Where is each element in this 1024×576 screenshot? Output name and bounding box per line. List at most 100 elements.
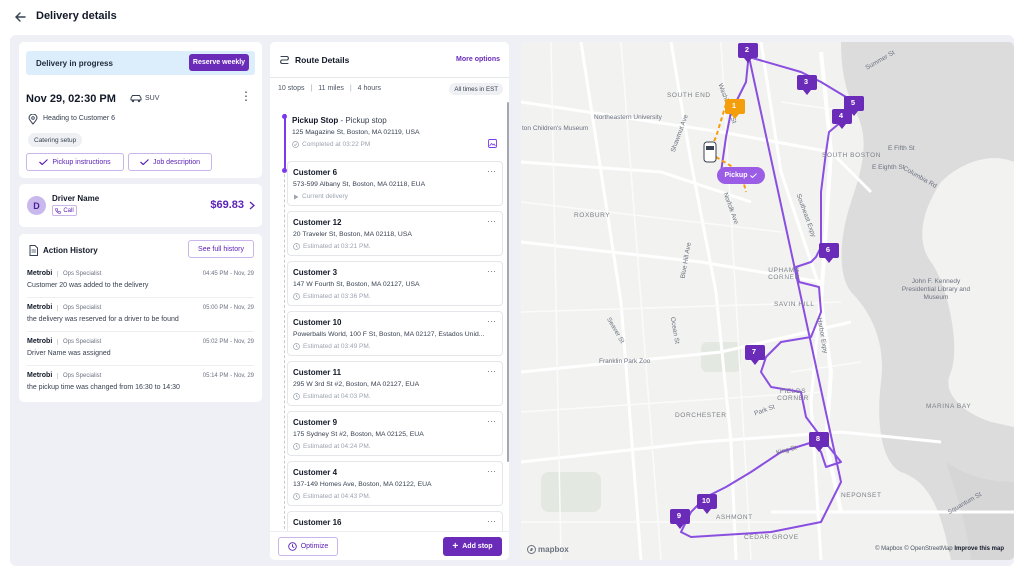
route-footer: Optimize + Add stop (270, 531, 509, 560)
stop-address: Powerballs World, 100 F St, Boston, MA 0… (293, 331, 485, 338)
route-hours: 4 hours (357, 85, 382, 92)
history-time: 05:02 PM - Nov, 29 (202, 339, 254, 345)
stop-card[interactable]: Customer 10 ··· Powerballs World, 100 F … (287, 311, 503, 356)
stop-card[interactable]: Customer 6 ··· 573-599 Albany St, Boston… (287, 161, 503, 206)
stop-menu-icon[interactable]: ··· (487, 316, 496, 326)
stop-address: 20 Traveler St, Boston, MA 02118, USA (293, 231, 412, 238)
marker-label: 6 (825, 245, 831, 254)
improve-map-link[interactable]: Improve this map (954, 546, 1004, 552)
stop-marker[interactable]: 2 (737, 42, 763, 68)
route-map[interactable]: SOUTH END Northeastern University ton Ch… (521, 42, 1014, 560)
more-menu-icon[interactable]: ⋮ (240, 90, 252, 102)
see-full-history-button[interactable]: See full history (188, 240, 254, 258)
optimize-icon (287, 542, 297, 551)
stop-menu-icon[interactable]: ··· (487, 166, 496, 176)
history-item: Metrobi Ops Specialist 04:45 PM - Nov, 2… (27, 270, 254, 300)
mapbox-icon (527, 545, 536, 554)
map-label: ton Children's Museum (522, 125, 589, 132)
history-time: 05:14 PM - Nov, 29 (202, 373, 254, 379)
image-icon[interactable] (488, 139, 497, 148)
stop-card[interactable]: Customer 12 ··· 20 Traveler St, Boston, … (287, 211, 503, 256)
mapbox-logo[interactable]: mapbox (527, 545, 569, 554)
stop-address: 147 W Fourth St, Boston, MA 02127, USA (293, 281, 420, 288)
plus-icon: + (452, 540, 459, 552)
stop-status-text: Current delivery (302, 193, 348, 200)
map-label: SOUTH END (667, 92, 711, 99)
route-icon (280, 55, 289, 65)
scrollbar[interactable] (507, 102, 509, 462)
stop-card[interactable]: Customer 3 ··· 147 W Fourth St, Boston, … (287, 261, 503, 306)
stop-name: Customer 6 (293, 168, 338, 177)
stop-status-text: Estimated at 03:36 PM. (303, 293, 371, 300)
history-role: Ops Specialist (57, 339, 101, 345)
history-item: Metrobi Ops Specialist 05:02 PM - Nov, 2… (27, 338, 254, 368)
pickup-instructions-label: Pickup instructions (52, 158, 111, 166)
stop-status: Estimated at 03:49 PM. (293, 343, 371, 350)
stops-list[interactable]: Pickup Stop - Pickup stop 125 Magazine S… (270, 102, 509, 532)
more-options-link[interactable]: More options (456, 56, 500, 63)
stop-status: Estimated at 03:21 PM. (293, 243, 371, 250)
stop-menu-icon[interactable]: ··· (487, 366, 496, 376)
status-banner: Delivery in progress Reserve weekly (26, 51, 255, 75)
stop-name: Customer 11 (293, 368, 342, 377)
stop-card[interactable]: Customer 11 ··· 295 W 3rd St #2, Boston,… (287, 361, 503, 406)
stop-status-text: Completed at 03:22 PM (302, 141, 371, 148)
timeline-progress (283, 114, 286, 170)
pickup-instructions-button[interactable]: Pickup instructions (26, 153, 124, 171)
pickup-tag[interactable]: Pickup (717, 167, 765, 184)
clock-icon (293, 443, 300, 450)
back-arrow-icon[interactable] (13, 10, 27, 24)
stop-status: Current delivery (293, 193, 348, 200)
stop-menu-icon[interactable]: ··· (487, 466, 496, 476)
page-title: Delivery details (36, 10, 117, 22)
pickup-marker[interactable]: 1 (724, 98, 750, 124)
timezone-badge: All times in EST (449, 83, 503, 95)
marker-label: 1 (731, 101, 737, 110)
clock-icon (293, 243, 300, 250)
map-label: E Eighth St (872, 164, 905, 171)
reserve-weekly-button[interactable]: Reserve weekly (189, 54, 249, 71)
stop-menu-icon[interactable]: ··· (487, 516, 496, 526)
chevron-right-icon[interactable] (249, 201, 255, 210)
stop-marker[interactable]: 7 (744, 344, 770, 370)
history-author: Metrobi (27, 338, 53, 345)
stop-marker[interactable]: 8 (808, 431, 834, 457)
stop-menu-icon[interactable]: ··· (487, 216, 496, 226)
stop-menu-icon[interactable]: ··· (487, 266, 496, 276)
stop-status: Estimated at 04:24 PM. (293, 443, 371, 450)
stop-marker[interactable]: 4 (831, 108, 857, 134)
stop-card-pickup[interactable]: Pickup Stop - Pickup stop 125 Magazine S… (287, 110, 503, 155)
map-label: NEPONSET (841, 492, 882, 499)
delivery-datetime: Nov 29, 02:30 PM (26, 93, 116, 105)
stop-card[interactable]: Customer 4 ··· 137-149 Homes Ave, Boston… (287, 461, 503, 506)
history-message: Driver Name was assigned (27, 350, 111, 357)
stop-card[interactable]: Customer 16 ··· (287, 511, 503, 532)
attribution-text: © Mapbox © OpenStreetMap (875, 546, 953, 552)
stop-address: 573-599 Albany St, Boston, MA 02118, EUA (293, 181, 426, 188)
call-label: Call (63, 207, 74, 214)
driver-card[interactable]: D Driver Name Call $69.83 (19, 184, 262, 227)
history-time: 05:00 PM - Nov, 29 (202, 305, 254, 311)
check-icon (140, 159, 149, 165)
stop-marker[interactable]: 6 (818, 242, 844, 268)
optimize-button[interactable]: Optimize (278, 537, 338, 556)
history-role: Ops Specialist (57, 271, 101, 277)
action-history-title: Action History (43, 246, 98, 255)
history-author: Metrobi (27, 270, 53, 277)
play-icon (294, 194, 299, 199)
marker-label: 5 (850, 98, 856, 107)
clock-icon (293, 393, 300, 400)
map-label: E Fifth St (888, 145, 915, 152)
stop-card[interactable]: Customer 9 ··· 175 Sydney St #2, Boston,… (287, 411, 503, 456)
job-description-button[interactable]: Job description (128, 153, 212, 171)
stop-marker[interactable]: 10 (696, 493, 722, 519)
stop-status-text: Estimated at 04:03 PM. (303, 393, 371, 400)
stop-marker[interactable]: 9 (669, 508, 695, 534)
call-driver-button[interactable]: Call (52, 205, 77, 216)
stop-menu-icon[interactable]: ··· (487, 416, 496, 426)
map-label: SOUTH BOSTON (822, 152, 882, 159)
mapbox-label: mapbox (538, 545, 569, 554)
divider (27, 331, 254, 332)
add-stop-button[interactable]: + Add stop (443, 537, 502, 556)
stop-marker[interactable]: 3 (796, 74, 822, 100)
